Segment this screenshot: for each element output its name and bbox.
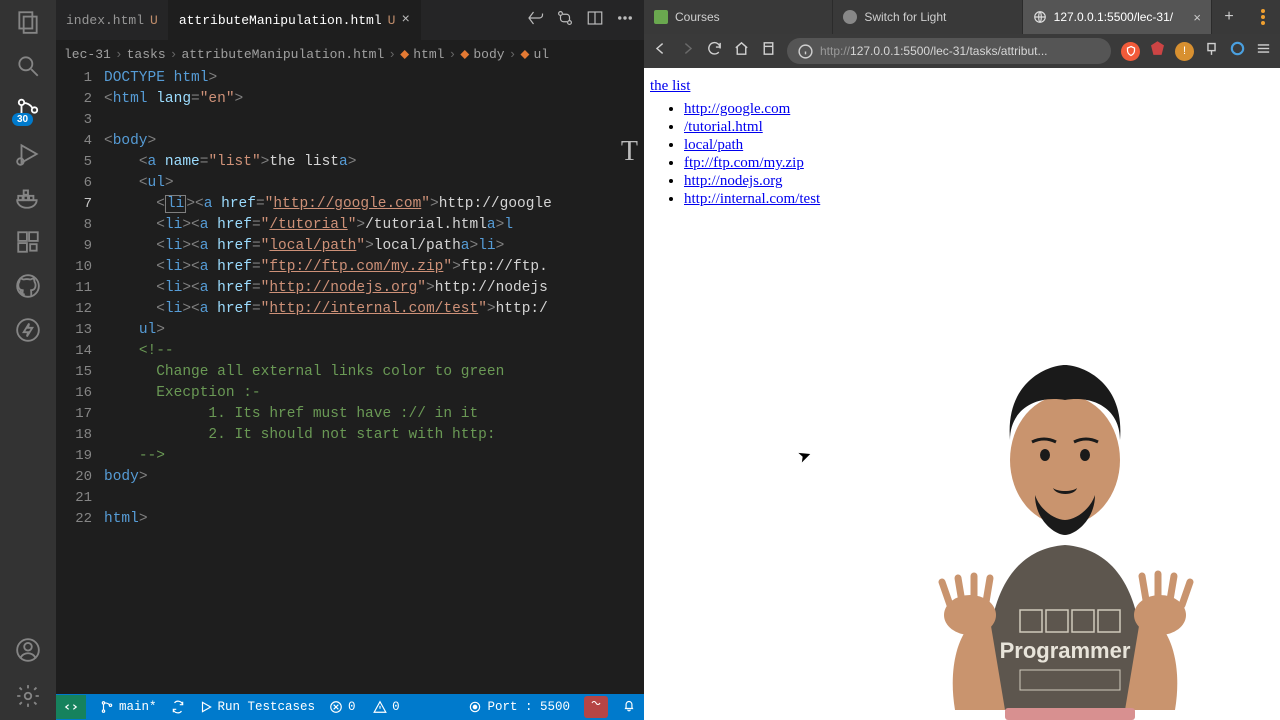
browser-tabs: Courses Switch for Light 127.0.0.1:5500/… bbox=[644, 0, 1280, 34]
close-icon[interactable]: × bbox=[401, 12, 409, 28]
url-scheme: http:// bbox=[820, 44, 850, 58]
tab-favicon bbox=[654, 10, 668, 24]
back-button[interactable] bbox=[652, 40, 669, 62]
editor-tabs: index.html U attributeManipulation.html … bbox=[56, 0, 644, 40]
list-item: http://internal.com/test bbox=[684, 191, 1274, 208]
remote-indicator[interactable] bbox=[56, 695, 86, 719]
github-icon[interactable] bbox=[14, 272, 42, 300]
overlay-T-icon: T bbox=[621, 136, 638, 168]
list-item: local/path bbox=[684, 137, 1274, 154]
tab-favicon bbox=[843, 10, 857, 24]
breadcrumb-item[interactable]: body bbox=[473, 47, 504, 62]
list-item: http://google.com bbox=[684, 101, 1274, 118]
breadcrumb-item[interactable]: tasks bbox=[127, 47, 166, 62]
page-link[interactable]: local/path bbox=[684, 137, 743, 153]
mouse-cursor-icon: ➤ bbox=[795, 444, 814, 467]
list-item: http://nodejs.org bbox=[684, 173, 1274, 190]
presenter-overlay: Programmer bbox=[850, 310, 1280, 720]
tab-dirty-marker: U bbox=[388, 13, 396, 28]
go-back-icon[interactable] bbox=[526, 9, 544, 32]
page-link[interactable]: http://google.com bbox=[684, 101, 790, 117]
port-indicator[interactable]: Port : 5500 bbox=[468, 700, 570, 714]
activity-bar: 30 bbox=[0, 0, 56, 720]
site-info-icon[interactable] bbox=[797, 43, 814, 60]
page-title-link[interactable]: the list bbox=[650, 78, 690, 94]
line-gutter: 12345678910111213141516171819202122 bbox=[56, 68, 104, 694]
thunder-icon[interactable] bbox=[14, 316, 42, 344]
url-text: 127.0.0.1:5500/lec-31/tasks/attribut... bbox=[850, 44, 1047, 58]
browser-tab-label: Courses bbox=[675, 10, 720, 24]
code-content[interactable]: DOCTYPE html><html lang="en"><body> <a n… bbox=[104, 68, 644, 694]
extension-pin-icon[interactable] bbox=[1203, 40, 1220, 62]
extension-ring-icon[interactable] bbox=[1229, 40, 1246, 62]
bell-icon[interactable] bbox=[622, 698, 636, 716]
explorer-icon[interactable] bbox=[14, 8, 42, 36]
run-testcases-button[interactable]: Run Testcases bbox=[199, 700, 316, 714]
tab-label: index.html bbox=[66, 13, 144, 28]
page-link[interactable]: /tutorial.html bbox=[684, 119, 763, 135]
run-debug-icon[interactable] bbox=[14, 140, 42, 168]
browser-tab-label: Switch for Light bbox=[864, 10, 946, 24]
page-link[interactable]: http://nodejs.org bbox=[684, 173, 782, 189]
source-control-icon[interactable]: 30 bbox=[14, 96, 42, 124]
breadcrumb[interactable]: lec-31› tasks› attributeManipulation.htm… bbox=[56, 40, 644, 68]
docker-icon[interactable] bbox=[14, 184, 42, 212]
scm-badge: 30 bbox=[12, 113, 33, 126]
list-item: /tutorial.html bbox=[684, 119, 1274, 136]
code-area[interactable]: 12345678910111213141516171819202122 DOCT… bbox=[56, 68, 644, 694]
home-button[interactable] bbox=[733, 40, 750, 62]
shirt-text: Programmer bbox=[1000, 638, 1131, 663]
new-tab-button[interactable]: + bbox=[1212, 0, 1246, 34]
more-icon[interactable] bbox=[616, 9, 634, 32]
status-bar: main* Run Testcases 0 0 Port : 5500 bbox=[56, 694, 644, 720]
breadcrumb-item[interactable]: ul bbox=[534, 47, 550, 62]
extensions-icon[interactable] bbox=[14, 228, 42, 256]
page-link[interactable]: http://internal.com/test bbox=[684, 191, 820, 207]
link-list: http://google.com/tutorial.html local/pat… bbox=[650, 101, 1274, 208]
bookmark-icon[interactable] bbox=[760, 40, 777, 62]
list-item: ftp://ftp.com/my.zip bbox=[684, 155, 1274, 172]
breadcrumb-item[interactable]: attributeManipulation.html bbox=[181, 47, 384, 62]
tab-label: attributeManipulation.html bbox=[179, 13, 382, 28]
tab-dirty-marker: U bbox=[150, 13, 158, 28]
settings-gear-icon[interactable] bbox=[14, 682, 42, 710]
editor-pane: index.html U attributeManipulation.html … bbox=[56, 0, 644, 720]
breadcrumb-item[interactable]: lec-31 bbox=[64, 47, 111, 62]
close-icon[interactable]: × bbox=[1193, 10, 1201, 25]
split-editor-icon[interactable] bbox=[586, 9, 604, 32]
search-icon[interactable] bbox=[14, 52, 42, 80]
browser-tab-localhost[interactable]: 127.0.0.1:5500/lec-31/ × bbox=[1023, 0, 1212, 34]
browser-tab-label: 127.0.0.1:5500/lec-31/ bbox=[1054, 10, 1173, 24]
browser-toolbar: http://127.0.0.1:5500/lec-31/tasks/attri… bbox=[644, 34, 1280, 68]
warning-badge-icon[interactable]: ! bbox=[1175, 42, 1194, 61]
diff-icon[interactable] bbox=[556, 9, 574, 32]
live-server-button[interactable] bbox=[584, 696, 608, 718]
menu-icon[interactable] bbox=[1255, 40, 1272, 62]
shield-icon[interactable] bbox=[1121, 42, 1140, 61]
tab-menu-button[interactable] bbox=[1246, 0, 1280, 34]
tab-attribute-manipulation[interactable]: attributeManipulation.html U × bbox=[169, 0, 421, 40]
url-bar[interactable]: http://127.0.0.1:5500/lec-31/tasks/attri… bbox=[787, 38, 1111, 64]
globe-icon bbox=[1033, 10, 1047, 24]
browser-tab-switch[interactable]: Switch for Light bbox=[833, 0, 1022, 34]
browser-tab-courses[interactable]: Courses bbox=[644, 0, 833, 34]
problems-indicator[interactable]: 0 0 bbox=[329, 700, 400, 714]
tab-index-html[interactable]: index.html U bbox=[56, 0, 169, 40]
page-link[interactable]: ftp://ftp.com/my.zip bbox=[684, 155, 804, 171]
breadcrumb-item[interactable]: html bbox=[413, 47, 444, 62]
brave-icon[interactable] bbox=[1149, 40, 1166, 62]
page-content: the list http://google.com/tutorial.html… bbox=[644, 68, 1280, 720]
browser-window: Courses Switch for Light 127.0.0.1:5500/… bbox=[644, 0, 1280, 720]
reload-button[interactable] bbox=[706, 40, 723, 62]
account-icon[interactable] bbox=[14, 636, 42, 664]
branch-indicator[interactable]: main* bbox=[100, 700, 157, 714]
forward-button[interactable] bbox=[679, 40, 696, 62]
sync-icon[interactable] bbox=[171, 700, 185, 714]
